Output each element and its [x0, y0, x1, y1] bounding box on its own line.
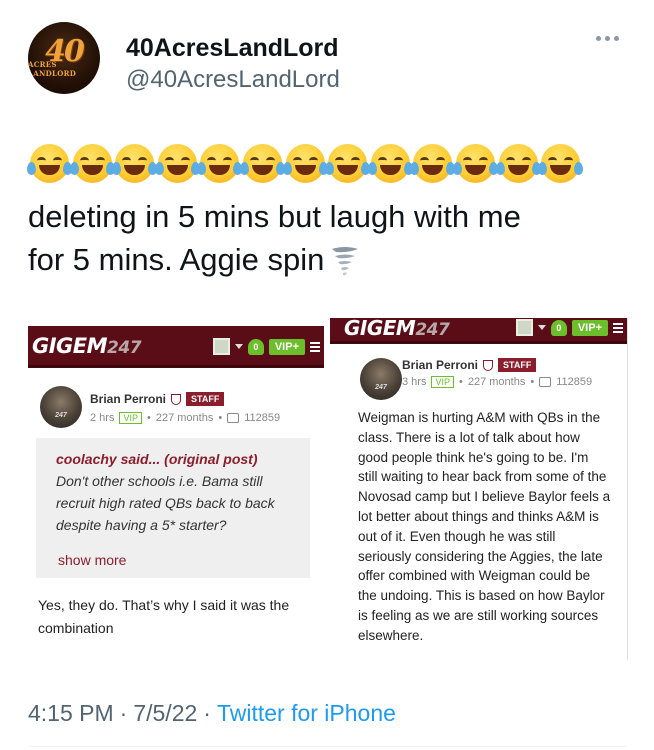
joy-emoji-icon [239, 144, 285, 183]
meta-dot: • [458, 376, 463, 388]
site-user-avatar [212, 338, 230, 355]
author-avatar: 247 [40, 386, 82, 428]
author-name-text: Brian Perroni [402, 358, 479, 372]
site-logo: GIGEM247 [32, 333, 142, 358]
post-meta: 3 hrs VIP • 227 months • 112859 [402, 376, 592, 388]
joy-emoji-icon [197, 144, 243, 183]
tenure: 227 months [467, 376, 526, 388]
tweet-text-line1: deleting in 5 mins but laugh with me [28, 199, 521, 234]
media-screenshot-left: GIGEM247 0 VIP+ 247 Brian Perroni STAFF … [28, 326, 324, 660]
comment-icon [227, 413, 240, 423]
shield-icon [483, 359, 494, 371]
tweet-time[interactable]: 4:15 PM [28, 700, 114, 727]
author-name: Brian Perroni STAFF [90, 392, 225, 406]
joy-emoji-icon [452, 144, 498, 183]
site-logo-text: GIGEM [344, 318, 416, 340]
footer-separator: · [203, 700, 211, 726]
tweet-footer: 4:15 PM · 7/5/22 · Twitter for iPhone [28, 700, 396, 727]
joy-emoji-icon [69, 144, 115, 183]
site-header: GIGEM247 0 VIP+ [330, 318, 627, 344]
vip-badge: VIP [119, 412, 142, 424]
tenure: 227 months [155, 412, 214, 424]
joy-emoji-icon [282, 144, 328, 183]
site-logo: GIGEM247 [344, 318, 450, 340]
meta-dot: • [530, 376, 535, 388]
author-avatar: 247 [360, 358, 402, 400]
quote-author: coolachy said... (original post) [56, 451, 258, 467]
tweet-text-line2: for 5 mins. Aggie spin [28, 238, 628, 281]
author-avatar-text: 247 [55, 412, 67, 419]
quoted-post: coolachy said... (original post) Don't o… [36, 438, 310, 578]
post-meta: 2 hrs VIP • 227 months • 112859 [90, 412, 280, 424]
vip-badge: VIP [431, 376, 454, 388]
more-icon[interactable] [596, 36, 619, 41]
chevron-down-icon [537, 325, 546, 330]
avatar-logo-subtext: ACRES LANDLORD [28, 60, 77, 78]
menu-icon [613, 322, 623, 333]
joy-emoji-icon [112, 144, 158, 183]
site-logo-number: 247 [415, 320, 450, 340]
post-count: 112859 [556, 376, 593, 388]
staff-badge: STAFF [498, 358, 537, 372]
post-body: Weigman is hurting A&M with QBs in the c… [358, 410, 611, 643]
bell-icon: 0 [247, 338, 264, 355]
author-name: Brian Perroni STAFF [402, 358, 537, 372]
tweet-date[interactable]: 7/5/22 [133, 700, 197, 727]
tweet-media[interactable]: GIGEM247 0 VIP+ 247 Brian Perroni STAFF … [28, 318, 628, 660]
joy-emoji-icon [154, 144, 200, 183]
joy-emoji-icon [495, 144, 541, 183]
joy-emoji-icon [367, 144, 413, 183]
chevron-down-icon [234, 344, 243, 349]
site-logo-text: GIGEM [32, 333, 108, 358]
post-count: 112859 [244, 412, 281, 424]
divider [28, 746, 626, 747]
meta-dot: • [146, 412, 151, 424]
user-handle[interactable]: @40AcresLandLord [126, 66, 340, 94]
tornado-icon [332, 246, 359, 276]
site-header: GIGEM247 0 VIP+ [28, 326, 324, 368]
joy-emoji-icon [27, 144, 72, 183]
tweet-text: deleting in 5 mins but laugh with me for… [28, 195, 628, 281]
tweet-source-link[interactable]: Twitter for iPhone [217, 700, 396, 727]
quote-body: Don't other schools i.e. Bama still recr… [56, 473, 275, 533]
display-name[interactable]: 40AcresLandLord [126, 34, 339, 63]
emoji-row [27, 144, 584, 183]
bell-icon: 0 [550, 319, 567, 336]
joy-emoji-icon [538, 144, 584, 183]
media-screenshot-right: GIGEM247 0 VIP+ 247 Brian Perroni STAFF … [330, 318, 628, 660]
shield-icon [171, 393, 182, 405]
comment-icon [539, 377, 552, 387]
vip-plus-badge: VIP+ [268, 338, 305, 355]
post-header: 247 Brian Perroni STAFF 3 hrs VIP • 227 … [330, 344, 627, 400]
author-name-text: Brian Perroni [90, 392, 167, 406]
vip-plus-badge: VIP+ [571, 319, 608, 336]
show-more-link: show more [58, 552, 127, 568]
profile-avatar[interactable]: 40 ACRES LANDLORD [28, 22, 100, 94]
site-logo-number: 247 [107, 337, 142, 358]
meta-dot: • [218, 412, 223, 424]
post-header: 247 Brian Perroni STAFF 2 hrs VIP • 227 … [28, 368, 324, 434]
joy-emoji-icon [410, 144, 456, 183]
menu-icon [310, 341, 320, 352]
staff-badge: STAFF [186, 392, 225, 406]
reply-text: Yes, they do. That’s why I said it was t… [38, 597, 290, 636]
tweet-text-line2-text: for 5 mins. Aggie spin [28, 242, 325, 277]
site-user-avatar [515, 319, 533, 336]
post-time: 2 hrs [90, 412, 115, 424]
post-time: 3 hrs [402, 376, 427, 388]
footer-separator: · [119, 700, 128, 726]
joy-emoji-icon [325, 144, 371, 183]
author-avatar-text: 247 [375, 384, 387, 391]
